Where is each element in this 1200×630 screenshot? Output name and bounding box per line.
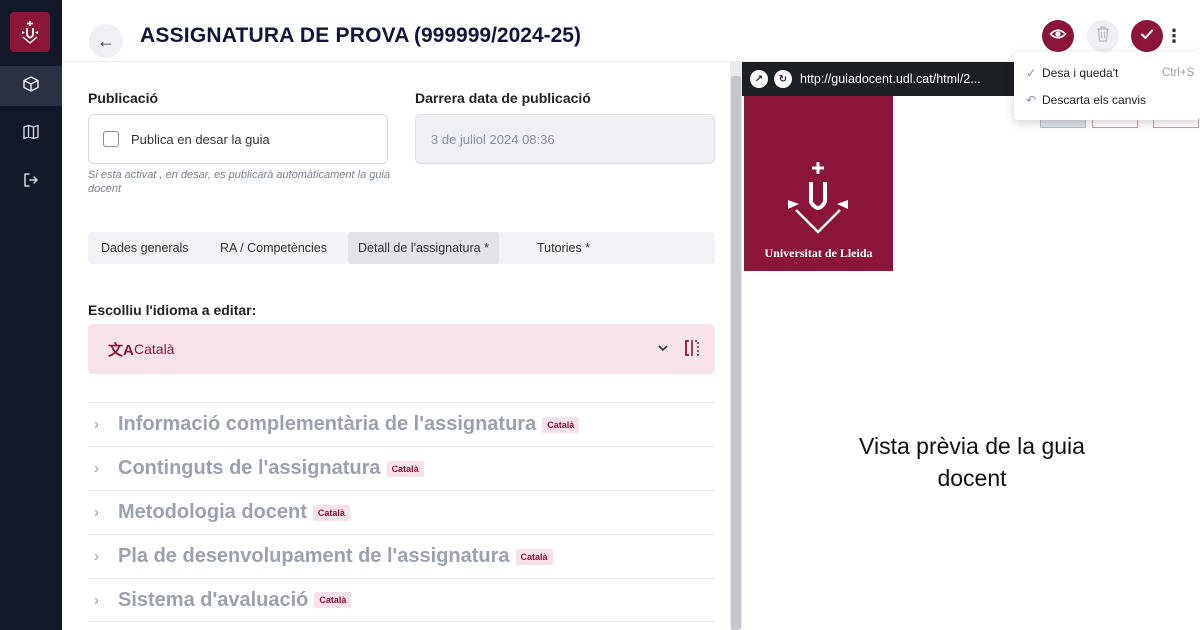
chevron-right-icon: ›	[94, 416, 99, 433]
tab-tutorials[interactable]: Tutories *	[537, 232, 590, 264]
preview-pane: ↗ ↻ http://guiadocent.udl.cat/html/2... …	[742, 62, 1200, 630]
language-badge: Català	[314, 592, 352, 608]
accordion-section[interactable]: › Pla de desenvolupament de l'assignatur…	[88, 534, 715, 578]
check-icon: ✓	[1026, 66, 1037, 80]
open-external-icon[interactable]: ↗	[750, 70, 768, 88]
section-title: Continguts de l'assignatura	[118, 457, 381, 479]
chevron-right-icon: ›	[94, 548, 99, 565]
chevron-down-icon[interactable]	[658, 341, 668, 355]
language-badge: Català	[312, 504, 350, 521]
section-title: Informació complementària de l'assignatu…	[118, 413, 537, 435]
chevron-right-icon: ›	[94, 460, 99, 477]
publish-checkbox-label: Publica en desar la guia	[131, 131, 270, 147]
scrollbar-thumb[interactable]	[731, 76, 741, 630]
last-publication-date-field: 3 de juliol 2024 08:36	[415, 114, 715, 164]
accordion-section[interactable]: › Metodologia docent Català	[88, 490, 715, 534]
section-title: Pla de desenvolupament de l'assignatura	[118, 545, 510, 567]
delete-button[interactable]	[1087, 20, 1119, 52]
tab-bar: Dades generals RA / Competències Detall …	[88, 232, 715, 264]
menu-item-shortcut: Ctrl+S	[1162, 67, 1195, 79]
cube-icon	[22, 75, 40, 98]
language-badge: Català	[515, 548, 553, 565]
publish-on-save-field[interactable]: Publica en desar la guia	[88, 114, 388, 164]
kebab-menu-icon: ⋮	[1165, 25, 1183, 46]
check-icon	[1139, 26, 1155, 47]
subject-code: (999999/2024-25)	[414, 24, 581, 47]
accordion-section[interactable]: › Continguts de l'assignatura Català	[88, 446, 715, 490]
menu-item-save-and-stay[interactable]: ✓ Desa i queda't Ctrl+S	[1014, 60, 1200, 86]
preview-url-bar: ↗ ↻ http://guiadocent.udl.cat/html/2...	[742, 62, 1014, 96]
university-name: Universitat de Lleida	[764, 246, 873, 260]
language-value: Català	[134, 341, 175, 357]
sidebar-item-logout[interactable]	[0, 162, 62, 202]
chevron-right-icon: ›	[94, 504, 99, 521]
menu-item-discard-changes[interactable]: ↶ Descarta els canvis	[1014, 87, 1200, 113]
last-publication-label: Darrera data de publicació	[415, 90, 591, 106]
split-view-icon[interactable]	[684, 339, 700, 360]
save-options-menu: ✓ Desa i queda't Ctrl+S ↶ Descarta els c…	[1014, 52, 1200, 120]
tab-general-data[interactable]: Dades generals	[101, 232, 189, 264]
map-icon	[22, 123, 40, 146]
subject-form: Publicació Publica en desar la guia Si e…	[62, 62, 730, 630]
language-select[interactable]: 文A Català	[88, 324, 715, 374]
university-logo: Universitat de Lleida	[744, 96, 893, 271]
preview-url[interactable]: http://guiadocent.udl.cat/html/2...	[800, 72, 981, 86]
arrow-left-icon: ←	[97, 30, 115, 51]
language-badge: Català	[386, 460, 424, 477]
sidebar-item-subjects[interactable]	[0, 66, 62, 106]
udl-logo-icon[interactable]	[10, 12, 50, 52]
sidebar-item-map[interactable]	[0, 114, 62, 154]
save-button[interactable]	[1131, 20, 1163, 52]
trash-icon	[1096, 25, 1110, 47]
publish-help-text: Si esta activat , en desar, es publicarà…	[88, 169, 391, 195]
tab-subject-detail[interactable]: Detall de l'assignatura *	[348, 232, 499, 264]
undo-icon: ↶	[1026, 93, 1037, 107]
section-title: Sistema d'avaluació	[118, 588, 309, 611]
accordion-section[interactable]: › Sistema d'avaluació Català	[88, 578, 715, 622]
language-badge: Català	[542, 416, 580, 433]
language-label: Escolliu l'idioma a editar:	[88, 302, 257, 318]
section-title: Metodologia docent	[118, 501, 307, 523]
menu-item-label: Descarta els canvis	[1042, 93, 1147, 107]
chevron-right-icon: ›	[94, 591, 99, 609]
translate-icon: 文A	[108, 342, 134, 359]
eye-icon	[1049, 25, 1067, 48]
menu-item-label: Desa i queda't	[1042, 66, 1119, 80]
page-title: ASSIGNATURA DE PROVA	[140, 24, 410, 47]
publication-label: Publicació	[88, 90, 159, 106]
back-button[interactable]: ←	[89, 24, 123, 58]
publish-checkbox[interactable]	[103, 131, 119, 147]
more-options-button[interactable]: ⋮	[1164, 20, 1184, 52]
preview-button[interactable]	[1042, 20, 1074, 52]
sidebar	[0, 0, 62, 630]
accordion-section[interactable]: › Informació complementària de l'assigna…	[88, 402, 715, 446]
logout-icon	[22, 171, 40, 194]
refresh-icon[interactable]: ↻	[774, 70, 792, 88]
tab-learning-outcomes[interactable]: RA / Competències	[220, 232, 327, 264]
preview-placeholder-text: Vista prèvia de la guia docent	[859, 433, 1085, 491]
